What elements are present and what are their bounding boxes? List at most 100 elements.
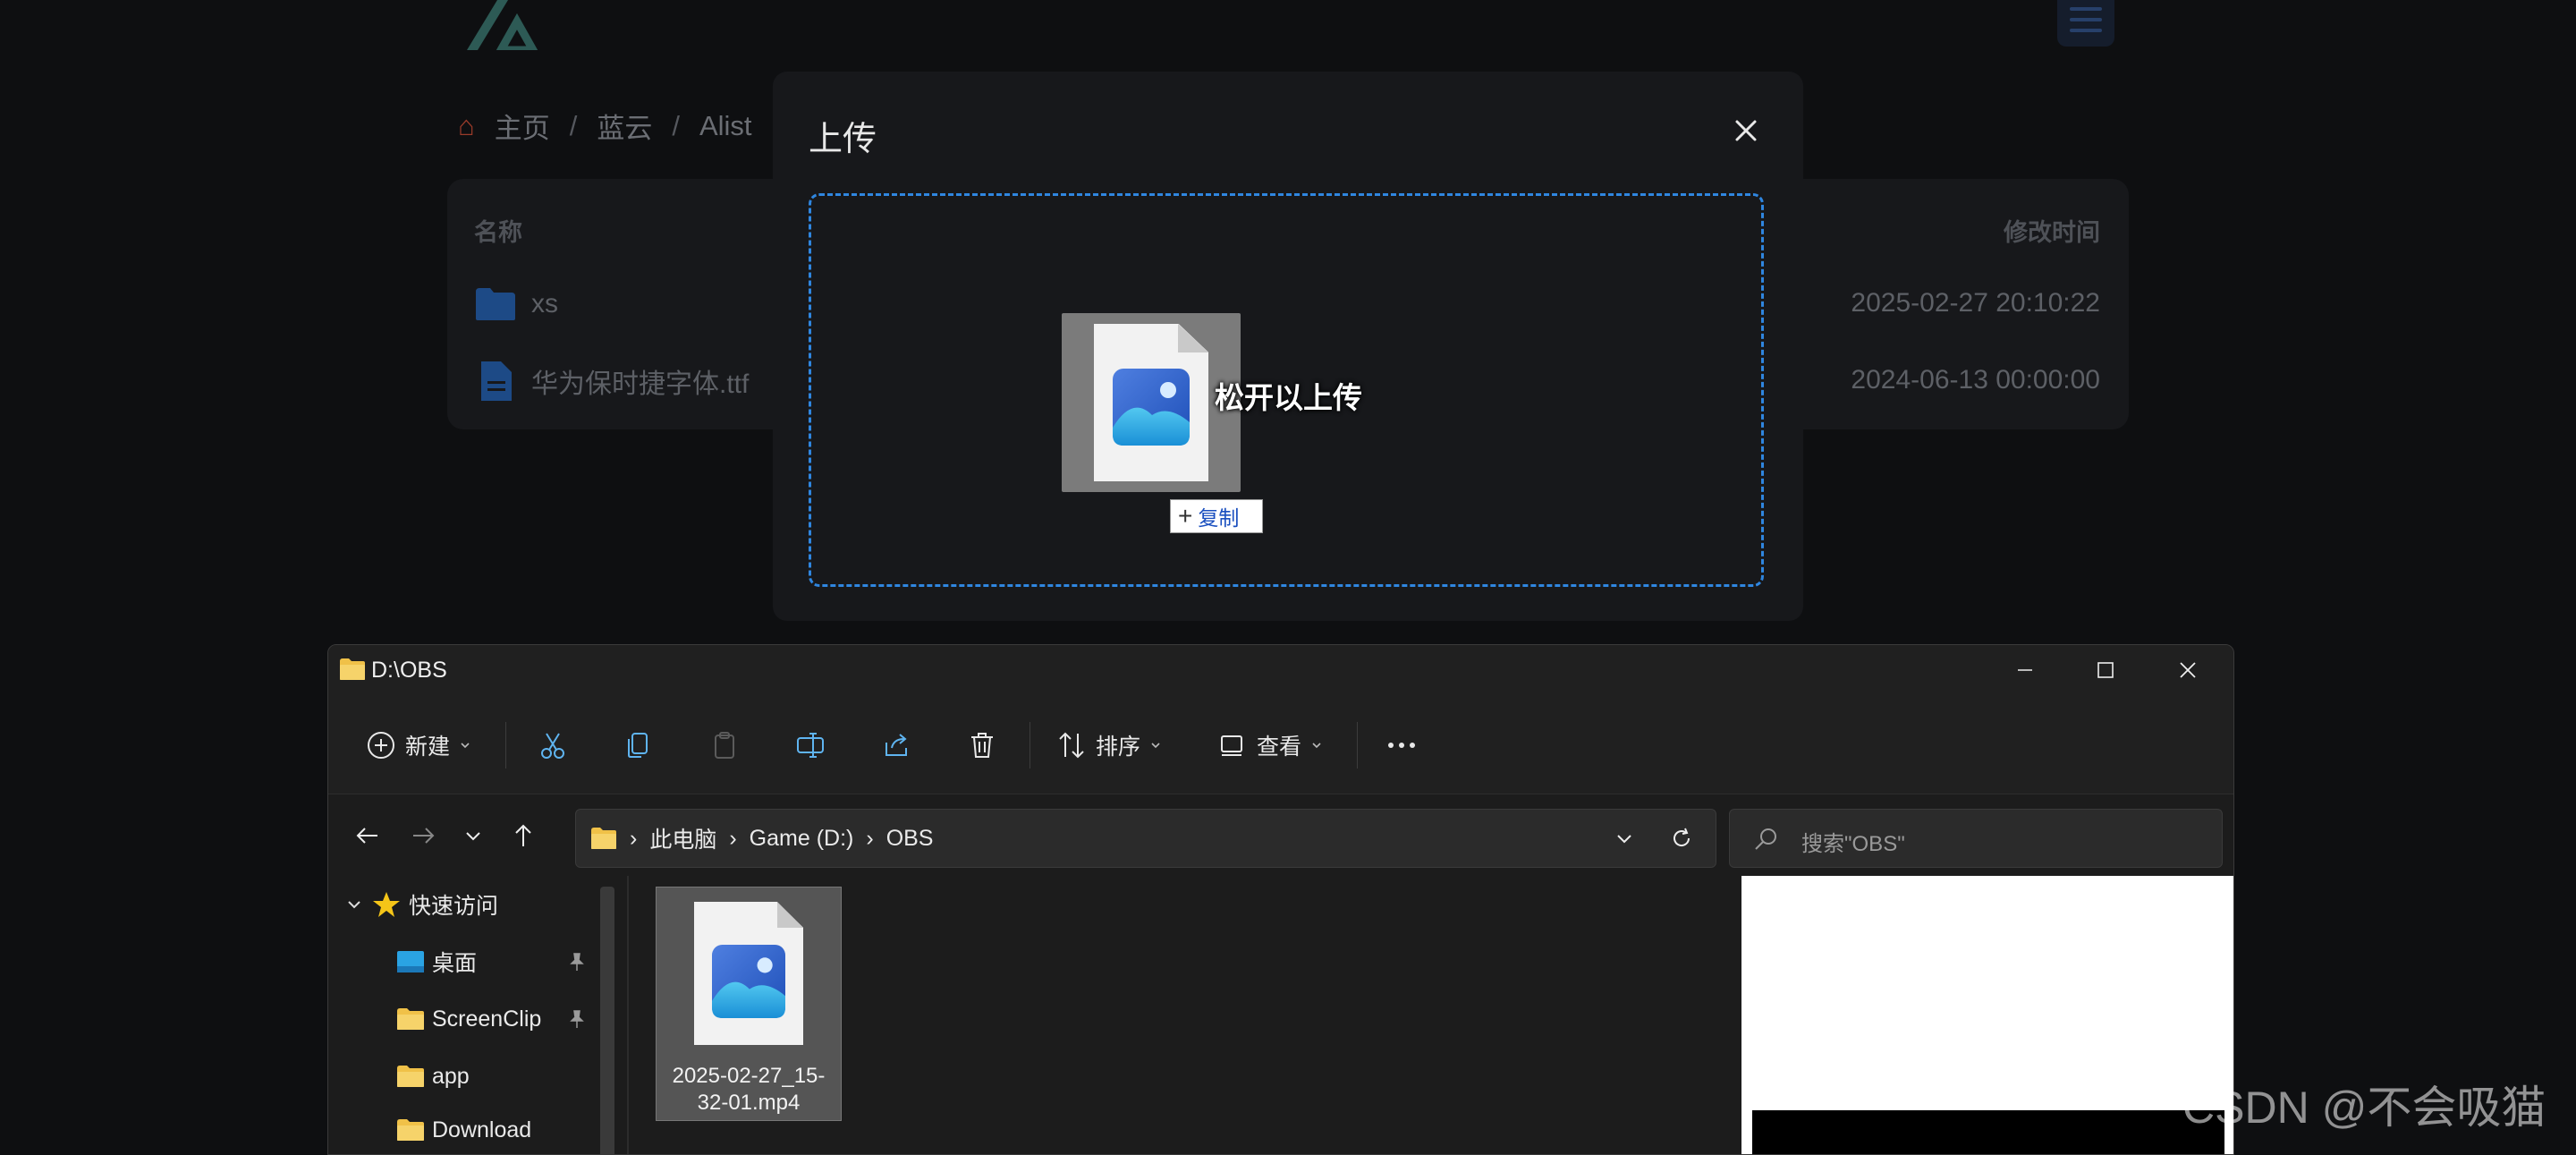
copy-icon	[628, 733, 648, 758]
desktop-icon	[397, 951, 424, 972]
breadcrumb-separator: /	[672, 109, 680, 141]
folder-icon	[591, 828, 616, 849]
address-bar[interactable]: › 此电脑 › Game (D:) › OBS	[575, 809, 1716, 868]
home-icon: ⌂	[458, 109, 475, 141]
maximize-icon	[2097, 662, 2114, 678]
file-modified: 2024-06-13 00:00:00	[1851, 365, 2100, 395]
address-history-chevron-icon[interactable]	[1614, 828, 1635, 849]
new-button[interactable]: 新建	[366, 726, 471, 765]
file-name: 华为保时捷字体.ttf	[531, 369, 750, 399]
navpane-scrollbar[interactable]	[600, 887, 614, 1154]
address-segment[interactable]: OBS	[886, 826, 934, 852]
recent-locations-button[interactable]	[452, 814, 495, 857]
search-placeholder: 搜索"OBS"	[1801, 832, 1905, 856]
refresh-icon[interactable]	[1669, 826, 1694, 851]
breadcrumb-home[interactable]: 主页	[495, 106, 550, 146]
modal-title: 上传	[809, 121, 877, 158]
search-input[interactable]: 搜索"OBS"	[1729, 809, 2223, 868]
copy-label: 复制	[1198, 506, 1240, 530]
preview-pane	[1741, 876, 2233, 1154]
view-label: 查看	[1257, 735, 1302, 760]
nav-item-label: Download	[432, 1117, 532, 1142]
view-icon	[1221, 735, 1242, 756]
arrow-right-icon	[413, 828, 435, 844]
share-icon	[886, 734, 907, 756]
breadcrumb-separator: /	[569, 109, 578, 141]
rename-icon	[797, 733, 824, 758]
file-icon	[481, 361, 512, 401]
navigation-bar: › 此电脑 › Game (D:) › OBS 搜索"OBS"	[328, 794, 2233, 875]
column-modified-header[interactable]: 修改时间	[2004, 213, 2100, 248]
pane-divider[interactable]	[627, 876, 629, 1154]
nav-item-desktop[interactable]: 桌面	[396, 944, 477, 980]
scissors-icon	[541, 733, 564, 759]
preview-video-frame	[1752, 1110, 2224, 1154]
minimize-button[interactable]	[1985, 645, 2065, 695]
new-label: 新建	[405, 735, 451, 760]
folder-icon	[340, 658, 365, 680]
folder-icon	[476, 288, 515, 320]
minimize-icon	[2018, 669, 2032, 671]
arrow-left-icon	[356, 828, 377, 844]
nav-item-screenclip[interactable]: ScreenClip	[396, 1001, 541, 1037]
more-icon	[1388, 743, 1415, 748]
nav-item-download[interactable]: Download	[396, 1112, 531, 1148]
pin-icon[interactable]	[566, 1008, 588, 1030]
forward-button[interactable]	[402, 814, 445, 857]
nav-item-app[interactable]: app	[396, 1058, 470, 1094]
paste-button[interactable]	[709, 726, 740, 765]
chevron-down-icon	[461, 743, 470, 749]
maximize-button[interactable]	[2065, 645, 2146, 695]
navigation-pane: 快速访问 桌面 ScreenClip app Download	[328, 876, 629, 1154]
address-segment[interactable]: Game (D:)	[750, 826, 854, 852]
back-button[interactable]	[346, 814, 389, 857]
sort-button[interactable]: 排序	[1056, 726, 1162, 765]
folder-icon	[397, 1066, 424, 1087]
view-button[interactable]: 查看	[1217, 726, 1323, 765]
cut-button[interactable]	[538, 726, 568, 765]
title-bar[interactable]: D:\OBS	[328, 645, 2233, 695]
breadcrumb-alist[interactable]: Alist	[699, 110, 752, 142]
pin-icon[interactable]	[566, 951, 588, 972]
up-button[interactable]	[502, 814, 545, 857]
breadcrumb: ⌂ 主页 / 蓝云 / Alist	[458, 106, 752, 146]
chevron-down-icon	[1312, 743, 1321, 749]
chevron-right-icon: ›	[866, 825, 874, 851]
nav-item-label: app	[432, 1063, 470, 1089]
drag-preview	[1062, 313, 1241, 492]
breadcrumb-lanyun[interactable]: 蓝云	[597, 106, 652, 146]
chevron-down-icon	[1151, 743, 1160, 749]
drop-release-text: 松开以上传	[1215, 381, 1362, 414]
close-window-button[interactable]	[2148, 645, 2228, 695]
column-name-header[interactable]: 名称	[474, 213, 522, 248]
quick-access-item[interactable]: 快速访问	[344, 887, 498, 922]
image-icon	[1113, 369, 1190, 446]
file-item[interactable]: 2025-02-27_15-32-01.mp4	[656, 887, 842, 1121]
menu-icon[interactable]	[2057, 0, 2114, 47]
chevron-right-icon: ›	[729, 825, 737, 851]
paste-icon	[715, 732, 734, 759]
copy-button[interactable]	[623, 726, 654, 765]
plus-circle-icon	[368, 732, 394, 759]
share-button[interactable]	[881, 726, 911, 765]
nav-item-label: ScreenClip	[432, 1006, 542, 1032]
nav-item-label: 桌面	[432, 951, 478, 976]
rename-button[interactable]	[795, 726, 826, 765]
list-item[interactable]: 华为保时捷字体.ttf	[474, 360, 749, 403]
star-icon	[373, 892, 400, 917]
chevron-down-icon	[348, 901, 360, 909]
chevron-down-icon	[466, 832, 480, 841]
copy-badge: + 复制	[1170, 499, 1263, 533]
address-segment[interactable]: 此电脑	[649, 822, 716, 854]
file-modified: 2025-02-27 20:10:22	[1851, 288, 2100, 318]
folder-icon	[397, 1008, 424, 1030]
search-icon	[1755, 828, 1776, 850]
close-icon[interactable]	[1728, 113, 1764, 149]
image-icon	[712, 945, 785, 1018]
file-item-name: 2025-02-27_15-32-01.mp4	[672, 1064, 826, 1115]
list-item[interactable]: xs	[474, 283, 558, 326]
folder-icon	[397, 1119, 424, 1141]
delete-button[interactable]	[967, 726, 997, 765]
sort-label: 排序	[1096, 735, 1141, 760]
more-options-button[interactable]	[1384, 726, 1419, 765]
